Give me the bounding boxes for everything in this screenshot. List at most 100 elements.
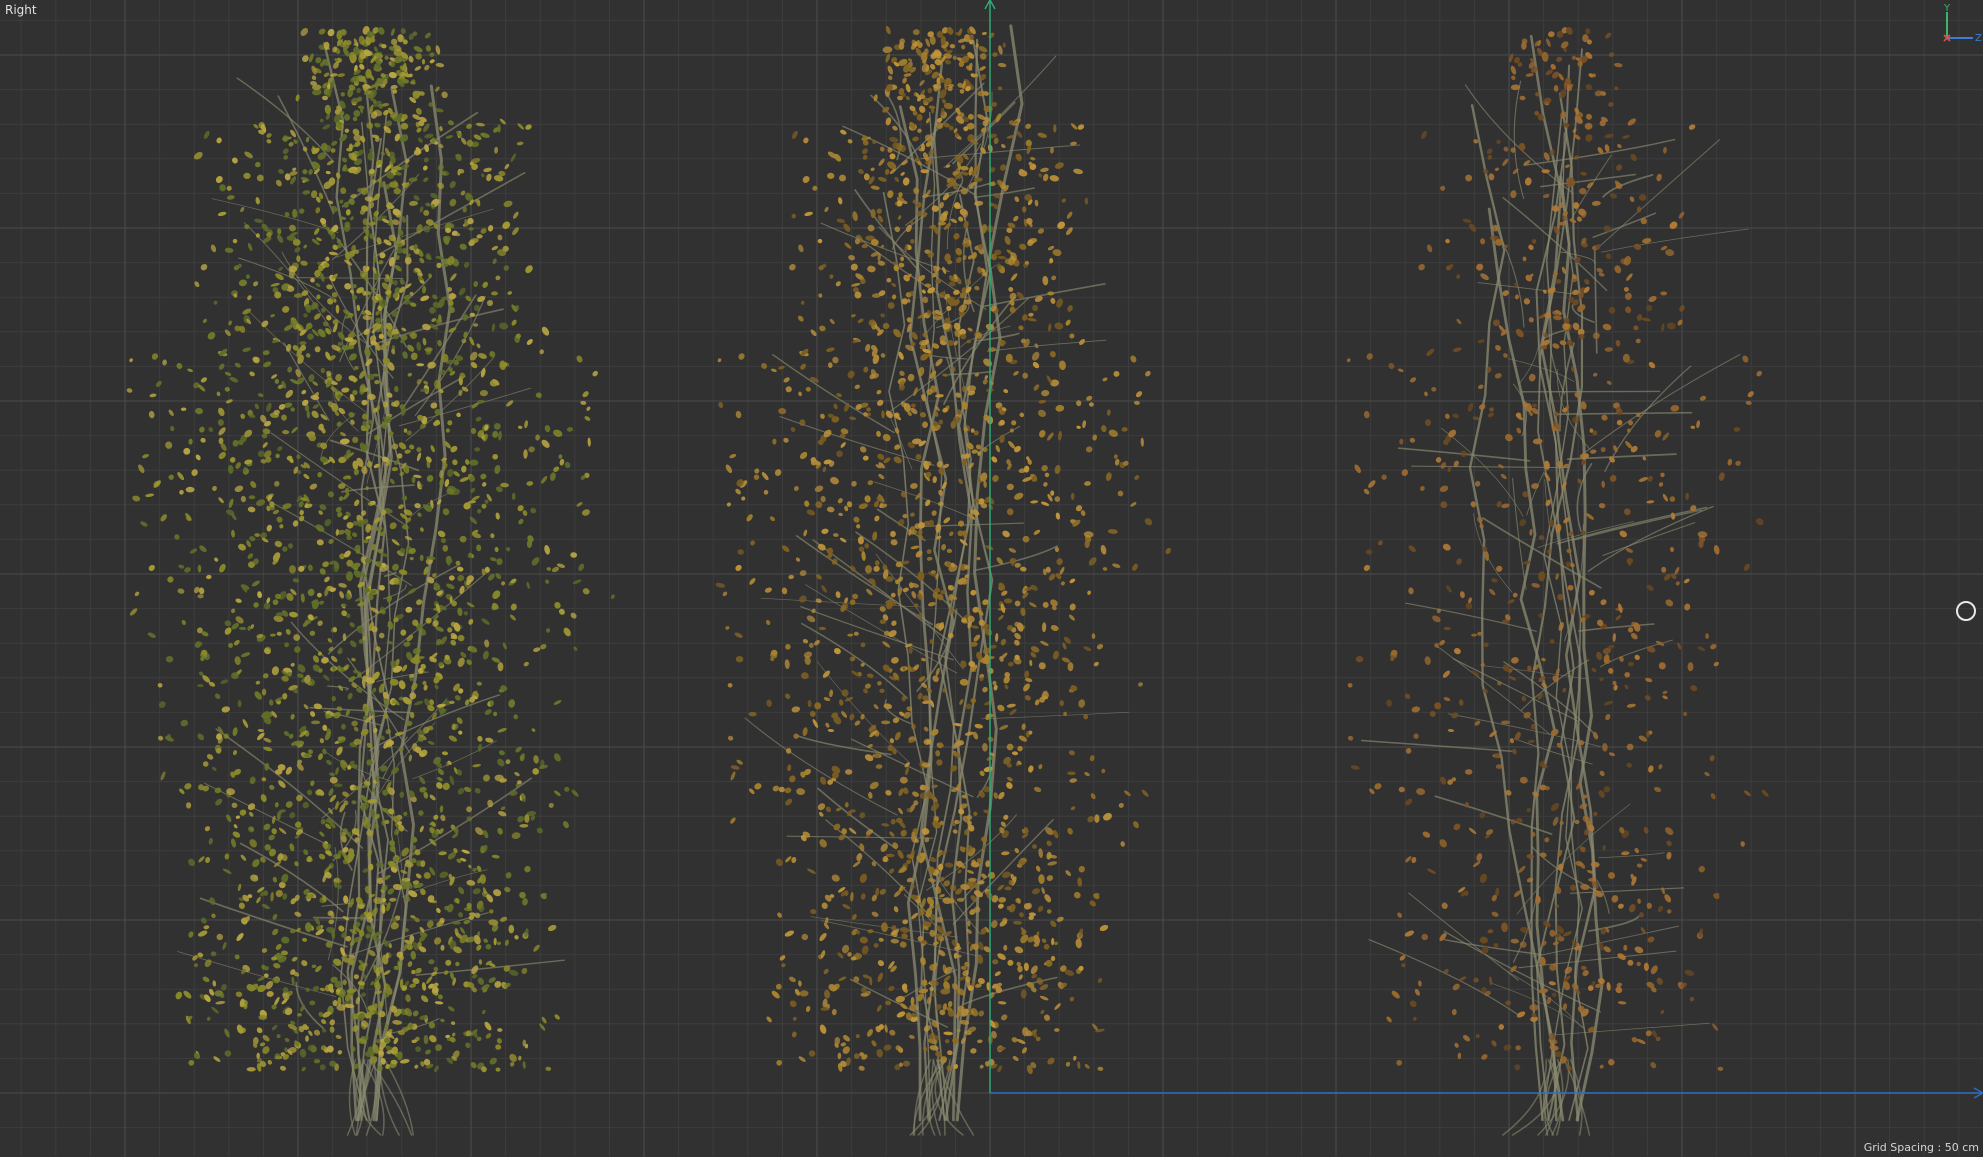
tree-leaf [320, 217, 327, 225]
tree-leaf [787, 764, 792, 772]
tree-leaf [1522, 256, 1527, 262]
tree-leaf [718, 401, 724, 409]
tree-leaf [1084, 1064, 1090, 1069]
tree-leaf [977, 90, 986, 97]
tree-leaf [911, 591, 917, 599]
tree-leaf [447, 420, 453, 426]
tree-root [383, 1059, 414, 1136]
tree-leaf [784, 693, 791, 700]
tree-leaf [291, 976, 295, 986]
tree-leaf [823, 968, 829, 975]
tree-leaf [1014, 196, 1020, 203]
tree-leaf [282, 135, 289, 142]
tree-twig [1443, 939, 1542, 956]
tree-leaf [1638, 194, 1647, 201]
tree-leaf [1580, 171, 1587, 176]
tree-leaf [839, 537, 847, 543]
tree-leaf [792, 1016, 797, 1021]
tree-leaf [495, 275, 501, 281]
tree-leaf [1498, 1024, 1505, 1030]
tree-leaf [880, 353, 886, 358]
tree-leaf [1038, 848, 1043, 859]
tree-leaf [167, 576, 174, 583]
tree-leaf [921, 940, 928, 944]
tree-leaf [885, 789, 892, 796]
viewport-right-view[interactable]: Right Y Z Grid Spacing : 50 cm [0, 0, 1983, 1157]
tree-leaf [1006, 483, 1014, 491]
tree-leaf [922, 695, 929, 702]
tree-leaf [810, 909, 817, 915]
tree-leaf [1601, 480, 1606, 488]
tree-leaf [586, 406, 591, 411]
tree-leaf [415, 53, 422, 60]
tree-leaf [867, 265, 876, 273]
tree-leaf [492, 590, 501, 599]
tree-leaf [326, 284, 333, 290]
tree-leaf [302, 169, 308, 175]
tree-leaf [1040, 167, 1049, 173]
tree-leaf [853, 631, 859, 636]
tree-leaf [540, 475, 548, 484]
tree-leaf [754, 783, 762, 790]
tree-leaf [483, 167, 492, 173]
tree-leaf [1068, 750, 1075, 756]
tree-leaf [439, 478, 445, 487]
tree-twig [982, 283, 1106, 308]
tree-leaf [304, 922, 312, 933]
tree-leaf [1473, 977, 1479, 983]
tree-leaf [1000, 144, 1006, 149]
tree-leaf [387, 620, 394, 630]
tree-leaf [449, 180, 456, 189]
tree-leaf [725, 626, 730, 630]
tree-leaf [335, 1034, 342, 1039]
tree-leaf [761, 472, 769, 481]
tree-leaf [459, 243, 467, 250]
tree-leaf [497, 1028, 503, 1032]
tree-leaf [1399, 438, 1404, 445]
tree-leaf [205, 856, 211, 864]
tree-leaf [319, 118, 324, 123]
tree-leaf [1617, 1001, 1627, 1005]
tree-leaf [306, 855, 312, 863]
tree-leaf [198, 384, 206, 392]
tree-leaf [506, 547, 511, 552]
tree-leaf [730, 771, 736, 781]
tree-leaf [459, 585, 465, 595]
tree-leaf [518, 425, 523, 429]
tree-leaf [413, 46, 423, 53]
tree-leaf [829, 318, 835, 325]
tree-leaf [901, 933, 908, 939]
tree-leaf [835, 281, 841, 287]
tree-leaf [1054, 496, 1061, 502]
tree-leaf [882, 433, 891, 442]
tree-leaf [218, 407, 225, 417]
tree-leaf [1032, 304, 1039, 312]
tree-leaf [524, 865, 531, 873]
tree-leaf [523, 449, 528, 459]
tree-leaf [800, 300, 805, 305]
tree-leaf [351, 800, 357, 805]
tree-leaf [820, 413, 825, 419]
tree-leaf [492, 430, 499, 438]
tree-leaf [465, 459, 470, 465]
tree-leaf [876, 389, 882, 395]
tree-leaf [944, 1038, 950, 1044]
tree-leaf [373, 46, 378, 53]
tree-leaf [452, 459, 458, 466]
tree-leaf [439, 126, 443, 132]
tree-leaf [796, 788, 806, 796]
tree-leaf [280, 809, 286, 813]
tree-leaf [508, 924, 515, 934]
tree-leaf [798, 1056, 806, 1062]
tree-leaf [362, 218, 369, 226]
tree-leaf [821, 585, 827, 593]
tree-leaf [1510, 65, 1517, 75]
tree-leaf [308, 374, 315, 382]
tree-leaf [271, 374, 278, 379]
tree-leaf [240, 854, 247, 861]
scene-canvas[interactable] [0, 0, 1983, 1157]
tree-leaf [339, 199, 344, 204]
tree-leaf [826, 347, 835, 352]
tree-leaf [407, 372, 413, 377]
tree-leaf [952, 55, 957, 60]
